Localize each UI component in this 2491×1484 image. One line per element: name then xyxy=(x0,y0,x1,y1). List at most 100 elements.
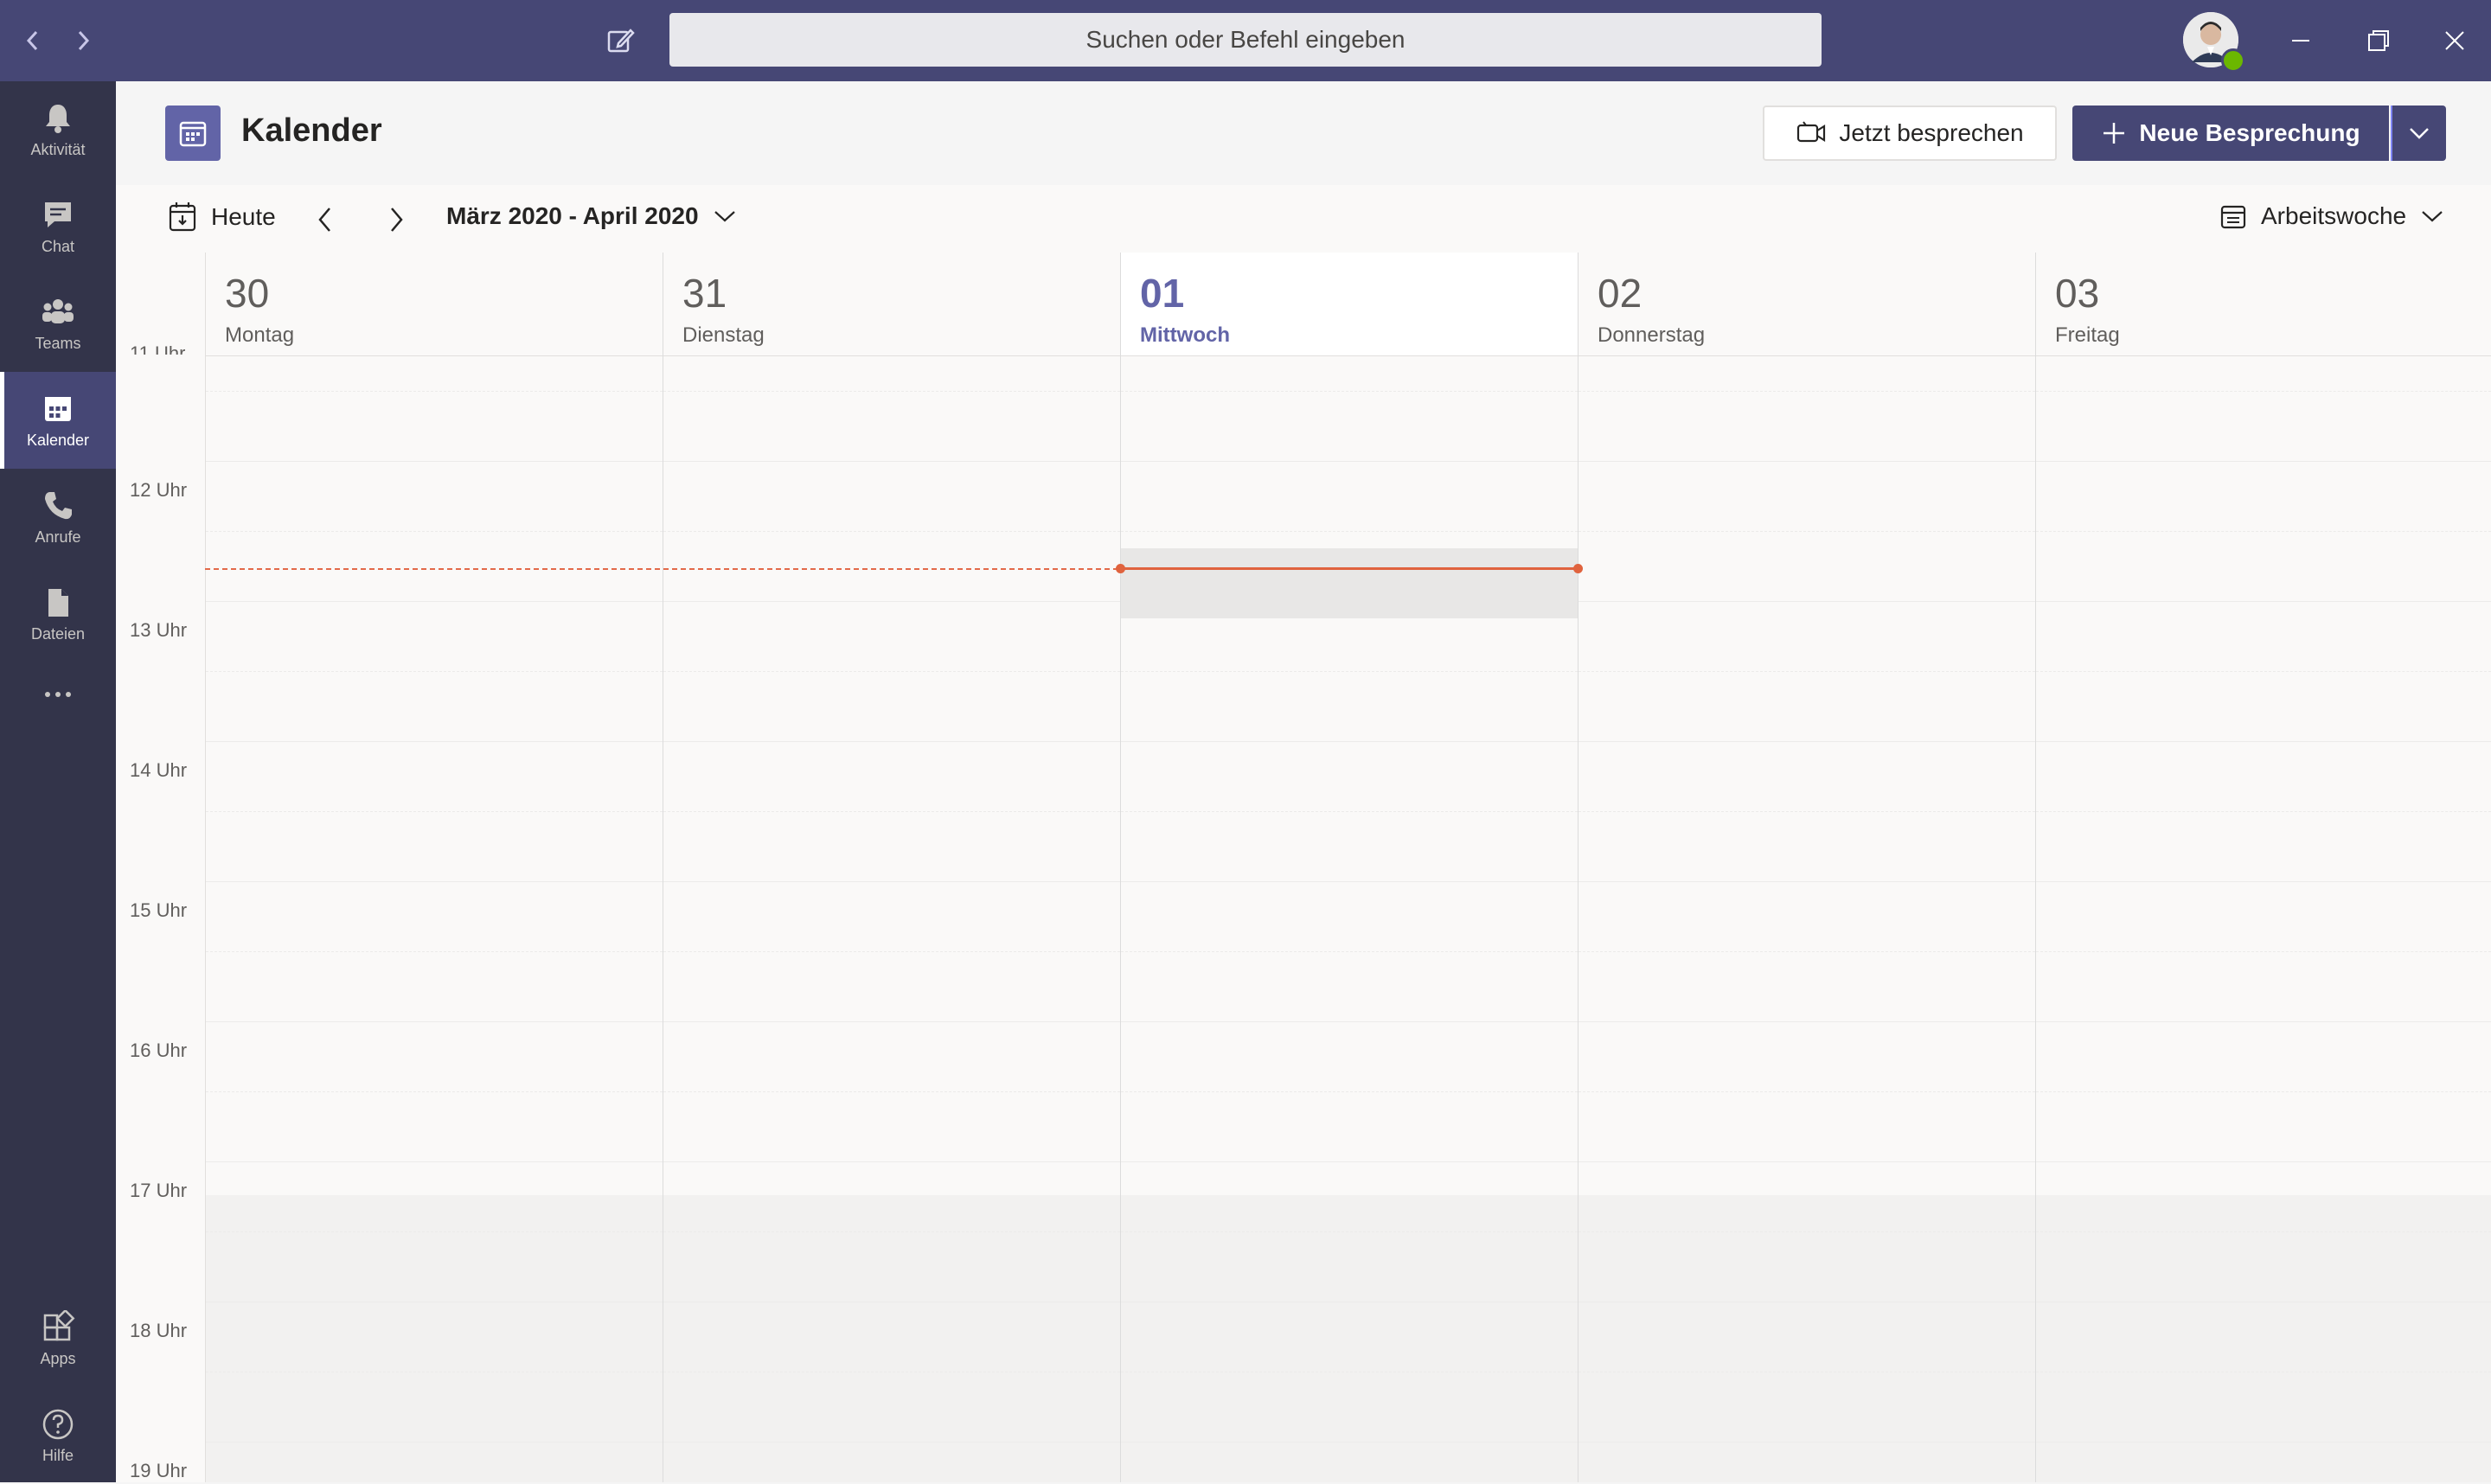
time-slot[interactable] xyxy=(1121,1092,1578,1162)
time-slot[interactable] xyxy=(1578,882,2035,952)
time-slot[interactable] xyxy=(1121,1232,1578,1302)
day-slots[interactable] xyxy=(2036,356,2491,1482)
rail-item-files[interactable]: Dateien xyxy=(0,566,116,662)
time-slot[interactable] xyxy=(206,1302,663,1372)
time-slot[interactable] xyxy=(2036,532,2491,602)
today-button[interactable]: Heute xyxy=(168,201,276,233)
restore-icon[interactable] xyxy=(2360,22,2398,60)
time-slot[interactable] xyxy=(1121,1372,1578,1442)
time-slot[interactable] xyxy=(206,392,663,462)
time-slot[interactable] xyxy=(206,812,663,882)
time-slot[interactable] xyxy=(1578,672,2035,742)
time-slot[interactable] xyxy=(1578,322,2035,392)
day-column-thursday[interactable]: 02 Donnerstag xyxy=(1578,253,2036,1482)
time-slot[interactable] xyxy=(1578,602,2035,672)
time-slot[interactable] xyxy=(2036,392,2491,462)
time-slot[interactable] xyxy=(2036,322,2491,392)
time-slot[interactable] xyxy=(663,1302,1120,1372)
day-slots[interactable] xyxy=(206,356,663,1482)
time-slot[interactable] xyxy=(2036,1092,2491,1162)
time-slot[interactable] xyxy=(1121,1302,1578,1372)
time-slot[interactable] xyxy=(2036,462,2491,532)
time-slot[interactable] xyxy=(2036,1372,2491,1442)
time-slot[interactable] xyxy=(1578,462,2035,532)
time-slot[interactable] xyxy=(663,1442,1120,1482)
time-slot[interactable] xyxy=(663,1092,1120,1162)
time-slot[interactable] xyxy=(1578,742,2035,812)
more-apps-button[interactable] xyxy=(0,662,116,732)
time-slot[interactable] xyxy=(206,1232,663,1302)
time-slot[interactable] xyxy=(2036,952,2491,1022)
time-slot[interactable] xyxy=(2036,672,2491,742)
time-slot[interactable] xyxy=(2036,882,2491,952)
time-slot[interactable] xyxy=(206,1022,663,1092)
time-slot[interactable] xyxy=(663,322,1120,392)
compose-icon[interactable] xyxy=(602,22,640,60)
time-slot[interactable] xyxy=(663,392,1120,462)
time-slot[interactable] xyxy=(2036,602,2491,672)
rail-item-apps[interactable]: Apps xyxy=(0,1290,116,1387)
time-slot[interactable] xyxy=(663,672,1120,742)
forward-icon[interactable] xyxy=(64,22,102,60)
minimize-icon[interactable] xyxy=(2282,22,2320,60)
avatar[interactable] xyxy=(2183,12,2245,73)
time-slot[interactable] xyxy=(663,882,1120,952)
previous-week-button[interactable] xyxy=(308,202,343,237)
day-column-monday[interactable]: 30 Montag xyxy=(206,253,663,1482)
time-slot[interactable] xyxy=(1578,1022,2035,1092)
time-slot[interactable] xyxy=(663,952,1120,1022)
time-slot[interactable] xyxy=(663,742,1120,812)
time-slot[interactable] xyxy=(1578,952,2035,1022)
time-slot[interactable] xyxy=(1121,322,1578,392)
time-slot[interactable] xyxy=(663,532,1120,602)
time-slot[interactable] xyxy=(1121,672,1578,742)
day-slots[interactable] xyxy=(663,356,1120,1482)
rail-item-activity[interactable]: Aktivität xyxy=(0,81,116,178)
new-meeting-dropdown-button[interactable] xyxy=(2391,106,2446,161)
time-slot[interactable] xyxy=(1121,1022,1578,1092)
rail-item-calendar[interactable]: Kalender xyxy=(0,372,116,469)
time-slot[interactable] xyxy=(1121,812,1578,882)
time-slot[interactable] xyxy=(663,1022,1120,1092)
time-slot[interactable] xyxy=(206,1162,663,1232)
time-slot[interactable] xyxy=(206,672,663,742)
day-column-wednesday[interactable]: 01 Mittwoch xyxy=(1121,253,1578,1482)
day-column-tuesday[interactable]: 31 Dienstag xyxy=(663,253,1121,1482)
time-slot[interactable] xyxy=(206,532,663,602)
date-range-picker[interactable]: März 2020 - April 2020 xyxy=(446,202,737,230)
time-slot[interactable] xyxy=(206,952,663,1022)
view-switcher[interactable]: Arbeitswoche xyxy=(2219,202,2444,230)
time-slot[interactable] xyxy=(2036,1442,2491,1482)
time-slot[interactable] xyxy=(1121,882,1578,952)
back-icon[interactable] xyxy=(14,22,52,60)
time-slot[interactable] xyxy=(1121,952,1578,1022)
time-slot[interactable] xyxy=(1578,1372,2035,1442)
meet-now-button[interactable]: Jetzt besprechen xyxy=(1763,106,2057,161)
time-slot[interactable] xyxy=(2036,812,2491,882)
time-slot[interactable] xyxy=(2036,1022,2491,1092)
time-slot[interactable] xyxy=(206,602,663,672)
time-slot[interactable] xyxy=(1578,1092,2035,1162)
time-slot[interactable] xyxy=(1121,1162,1578,1232)
time-slot[interactable] xyxy=(1578,1302,2035,1372)
time-slot[interactable] xyxy=(1578,532,2035,602)
search-input[interactable]: Suchen oder Befehl eingeben xyxy=(669,13,1822,67)
time-slot[interactable] xyxy=(206,742,663,812)
next-week-button[interactable] xyxy=(379,202,413,237)
time-slot[interactable] xyxy=(1578,1162,2035,1232)
day-slots[interactable] xyxy=(1578,356,2035,1482)
rail-item-chat[interactable]: Chat xyxy=(0,178,116,275)
rail-item-teams[interactable]: Teams xyxy=(0,275,116,372)
time-slot[interactable] xyxy=(1121,462,1578,532)
day-column-friday[interactable]: 03 Freitag xyxy=(2036,253,2491,1482)
time-slot[interactable] xyxy=(1578,392,2035,462)
time-slot[interactable] xyxy=(663,1162,1120,1232)
close-icon[interactable] xyxy=(2436,22,2474,60)
time-slot[interactable] xyxy=(1578,1232,2035,1302)
day-slots[interactable] xyxy=(1121,356,1578,1482)
time-slot[interactable] xyxy=(206,462,663,532)
new-meeting-button[interactable]: Neue Besprechung xyxy=(2072,106,2389,161)
time-slot[interactable] xyxy=(206,1372,663,1442)
time-slot[interactable] xyxy=(206,882,663,952)
time-slot[interactable] xyxy=(1121,392,1578,462)
